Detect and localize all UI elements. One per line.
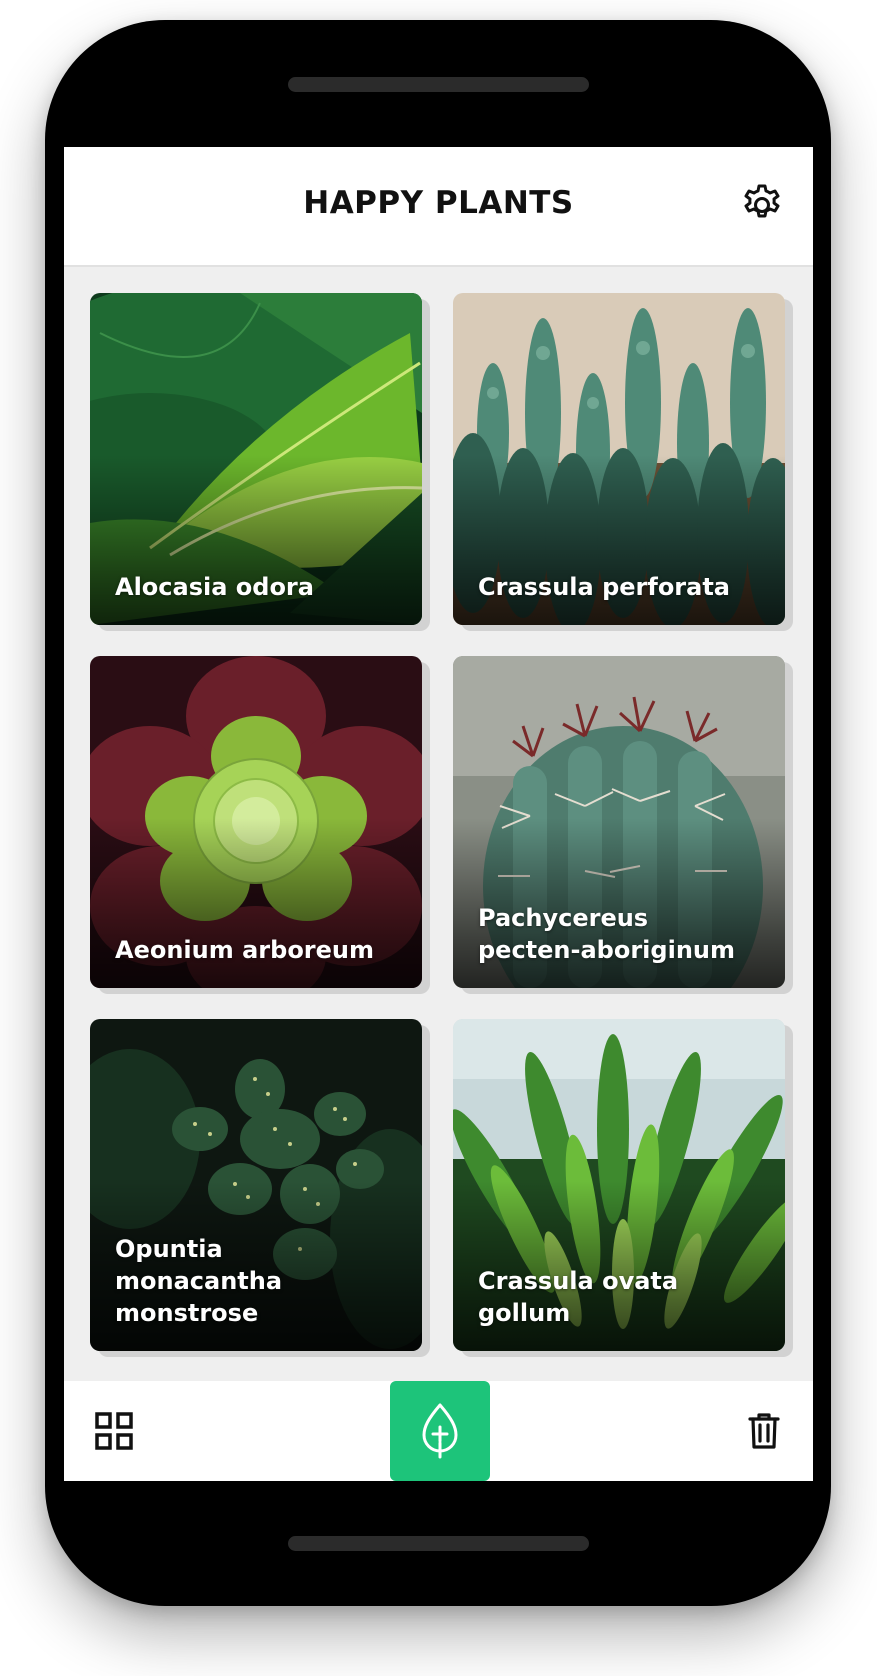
grid-view-icon: [95, 1412, 133, 1450]
plant-name: Crassula perforata: [478, 573, 730, 601]
phone-frame: HAPPY PLANTS Alocasia odora Crassula per…: [45, 20, 831, 1606]
plant-name: Aeonium arboreum: [115, 936, 375, 964]
plant-card[interactable]: Opuntia monacantha monstrose: [90, 1019, 422, 1351]
plant-name: Opuntia monacantha monstrose: [115, 1235, 283, 1327]
add-plant-button[interactable]: [390, 1381, 490, 1481]
plant-card[interactable]: Alocasia odora: [90, 293, 422, 625]
bottom-nav-bar: [64, 1381, 813, 1481]
plant-name: Pachycereus pecten-aboriginum: [478, 904, 735, 964]
plant-name: Crassula ovata gollum: [478, 1267, 679, 1327]
trash-icon: [748, 1413, 780, 1449]
app-screen: HAPPY PLANTS Alocasia odora Crassula per…: [64, 147, 813, 1481]
plant-card[interactable]: Crassula perforata: [453, 293, 785, 625]
grid-view-button[interactable]: [94, 1411, 134, 1451]
delete-button[interactable]: [744, 1411, 784, 1451]
plant-card[interactable]: Pachycereus pecten-aboriginum: [453, 656, 785, 988]
add-plant-icon: [422, 1403, 458, 1459]
plant-card[interactable]: Aeonium arboreum: [90, 656, 422, 988]
phone-home-bar: [288, 1536, 589, 1551]
phone-speaker: [288, 77, 589, 92]
plant-grid: Alocasia odora Crassula perforata Aeoniu…: [64, 147, 813, 1481]
plant-name: Alocasia odora: [115, 573, 314, 601]
stage: HAPPY PLANTS Alocasia odora Crassula per…: [0, 0, 877, 1676]
plant-card[interactable]: Crassula ovata gollum: [453, 1019, 785, 1351]
